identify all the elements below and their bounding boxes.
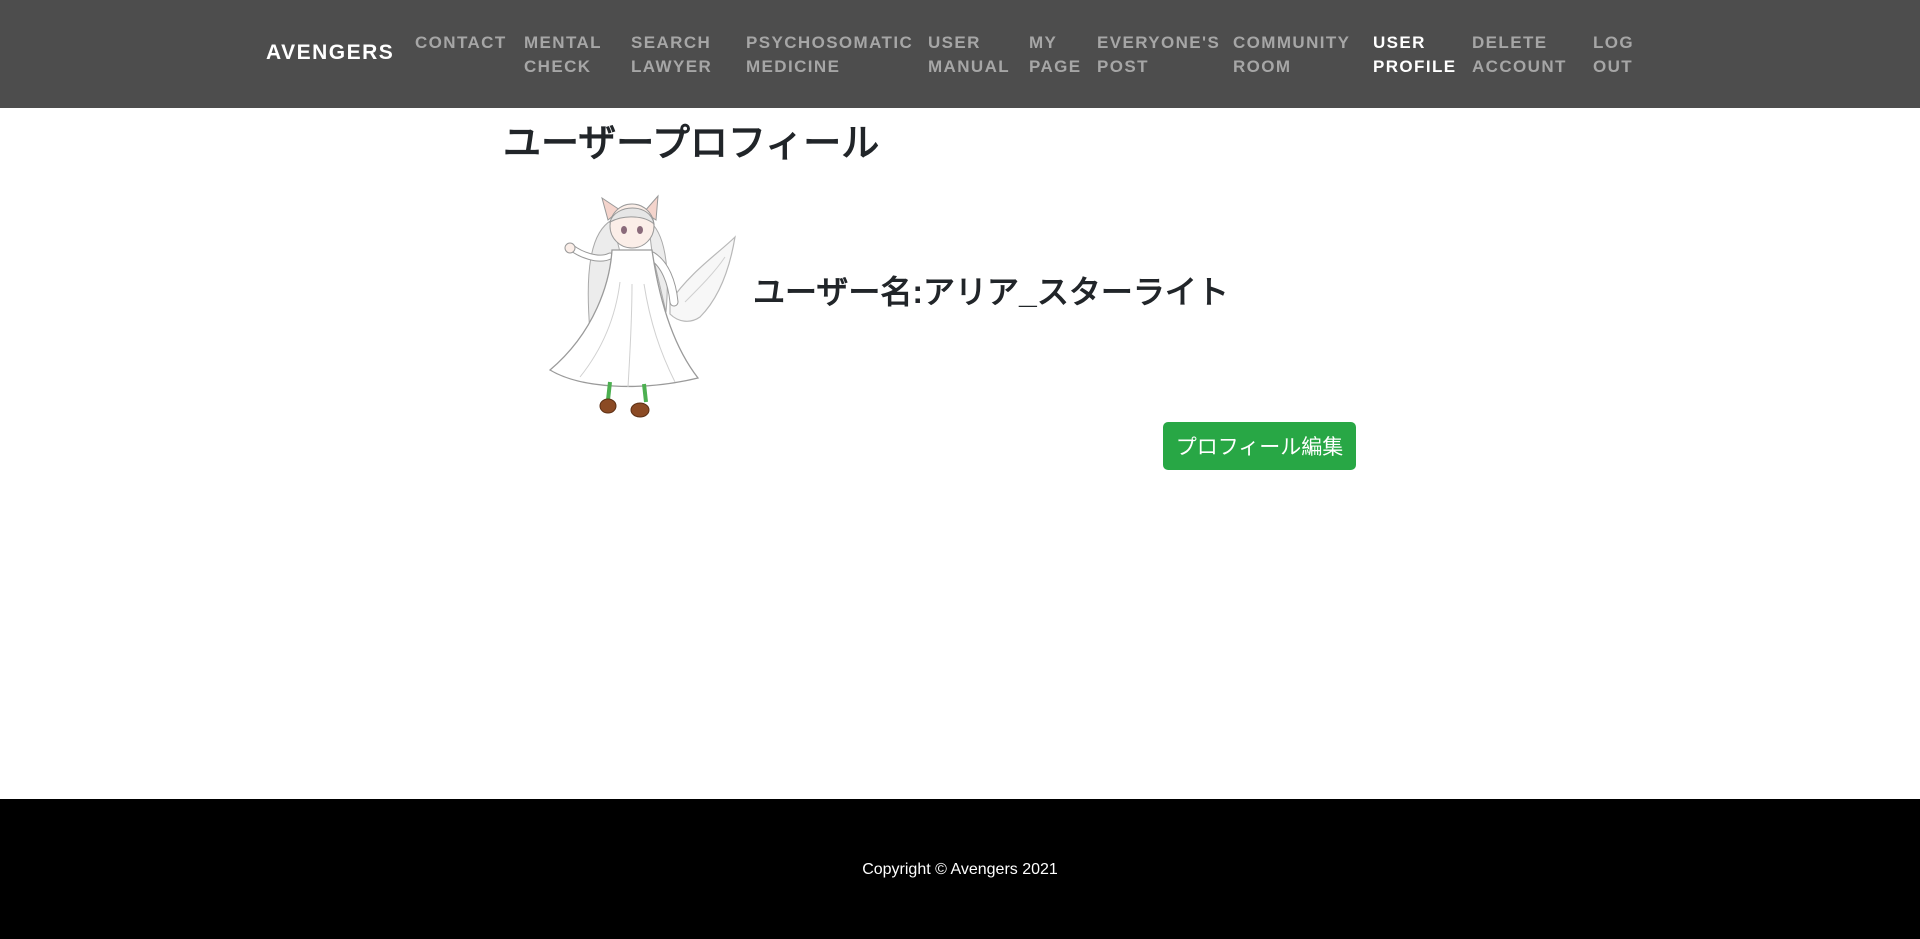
brand-logo[interactable]: AVENGERS: [266, 41, 394, 65]
nav-item-everyones-post[interactable]: EVERYONE'S POST: [1097, 31, 1220, 79]
nav-item-label: PAGE: [1029, 57, 1082, 76]
nav-item-label: USER: [928, 33, 981, 52]
navbar: AVENGERS CONTACT MENTAL CHECK SEARCH LAW…: [0, 0, 1920, 108]
footer: Copyright © Avengers 2021: [0, 799, 1920, 939]
nav-item-label: CONTACT: [415, 33, 507, 52]
nav-item-label: ACCOUNT: [1472, 57, 1567, 76]
nav-item-label: ROOM: [1233, 57, 1292, 76]
nav-item-label: PROFILE: [1373, 57, 1457, 76]
nav-item-my-page[interactable]: MY PAGE: [1029, 31, 1082, 79]
nav-item-label: SEARCH: [631, 33, 712, 52]
nav-item-delete-account[interactable]: DELETE ACCOUNT: [1472, 31, 1567, 79]
nav-item-label: COMMUNITY: [1233, 33, 1351, 52]
nav-item-mental-check[interactable]: MENTAL CHECK: [524, 31, 602, 79]
nav-item-label: CHECK: [524, 57, 592, 76]
nav-item-label: DELETE: [1472, 33, 1548, 52]
username-heading: ユーザー名:アリア_スターライト: [753, 267, 1229, 313]
copyright-text: Copyright © Avengers 2021: [862, 861, 1058, 878]
nav-item-log-out[interactable]: LOG OUT: [1593, 31, 1634, 79]
nav-item-label: MY: [1029, 33, 1058, 52]
avatar: [540, 192, 740, 422]
nav-item-label: USER: [1373, 33, 1426, 52]
nav-item-label: MEDICINE: [746, 57, 841, 76]
edit-profile-button[interactable]: プロフィール編集: [1163, 422, 1356, 470]
nav-item-label: OUT: [1593, 57, 1634, 76]
username-label: ユーザー名:: [753, 274, 924, 310]
nav-item-contact[interactable]: CONTACT: [415, 31, 507, 55]
nav-item-search-lawyer[interactable]: SEARCH LAWYER: [631, 31, 712, 79]
nav-item-label: MANUAL: [928, 57, 1011, 76]
nav-item-label: PSYCHOSOMATIC: [746, 33, 914, 52]
page-title: ユーザープロフィール: [503, 123, 880, 165]
nav-item-label: MENTAL: [524, 33, 602, 52]
nav-item-label: LAWYER: [631, 57, 713, 76]
nav-item-label: LOG: [1593, 33, 1635, 52]
nav-item-community-room[interactable]: COMMUNITY ROOM: [1233, 31, 1350, 79]
nav-item-label: POST: [1097, 57, 1149, 76]
avatar-illustration-icon: [548, 194, 736, 418]
username-value: アリア_スターライト: [923, 274, 1229, 310]
nav-item-label: EVERYONE'S: [1097, 33, 1221, 52]
nav-item-user-manual[interactable]: USER MANUAL: [928, 31, 1010, 79]
nav-item-psychosomatic-medicine[interactable]: PSYCHOSOMATIC MEDICINE: [746, 31, 913, 79]
nav-item-user-profile[interactable]: USER PROFILE: [1373, 31, 1456, 79]
